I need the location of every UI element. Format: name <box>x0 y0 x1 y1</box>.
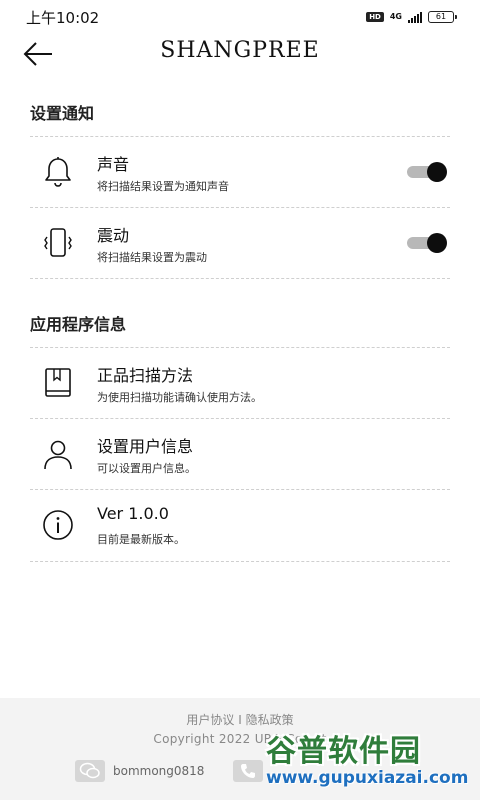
toggle-knob <box>427 162 447 182</box>
user-agreement-link[interactable]: 用户协议 <box>186 713 234 727</box>
status-time: 上午10:02 <box>26 8 100 27</box>
version-title: Ver 1.0.0 <box>97 504 169 523</box>
wechat-icon <box>75 760 105 782</box>
user-info-row[interactable]: 设置用户信息 可以设置用户信息。 <box>30 419 450 489</box>
phone-icon <box>233 760 263 782</box>
vibration-subtitle: 将扫描结果设置为震动 <box>97 251 207 264</box>
battery-level: 61 <box>435 12 447 21</box>
vibration-title: 震动 <box>97 226 130 245</box>
divider <box>30 278 450 279</box>
sound-toggle[interactable] <box>407 162 447 182</box>
wechat-contact[interactable]: bommong0818 <box>75 760 204 782</box>
scan-method-title: 正品扫描方法 <box>97 366 194 385</box>
scan-method-row[interactable]: 正品扫描方法 为使用扫描功能请确认使用方法。 <box>30 348 450 418</box>
hd-badge: HD <box>366 12 384 22</box>
version-row[interactable]: Ver 1.0.0 目前是最新版本。 <box>30 490 450 560</box>
section-title-app-info: 应用程序信息 <box>30 315 127 334</box>
toggle-knob <box>427 233 447 253</box>
user-info-title: 设置用户信息 <box>97 437 194 456</box>
section-title-notifications: 设置通知 <box>30 104 95 123</box>
user-icon <box>40 436 76 472</box>
app-header: SHANGPREE <box>0 34 480 74</box>
battery-icon: 61 <box>428 11 457 23</box>
phone-vibrate-icon <box>40 225 76 261</box>
signal-icon <box>408 11 422 23</box>
network-type: 4G <box>389 12 402 21</box>
sound-title: 声音 <box>97 155 130 174</box>
bell-icon <box>40 154 76 190</box>
sound-subtitle: 将扫描结果设置为通知声音 <box>97 180 229 193</box>
status-bar: 上午10:02 HD 4G 61 <box>0 0 480 34</box>
footer-separator: I <box>238 713 242 727</box>
divider <box>30 561 450 562</box>
scan-method-subtitle: 为使用扫描功能请确认使用方法。 <box>97 391 262 404</box>
watermark-url: www.gupuxiazai.com <box>266 768 469 788</box>
version-subtitle: 目前是最新版本。 <box>97 533 185 546</box>
vibration-setting-row: 震动 将扫描结果设置为震动 <box>30 208 450 278</box>
watermark: 谷普软件园 www.gupuxiazai.com <box>262 722 480 800</box>
wechat-id: bommong0818 <box>113 764 205 778</box>
book-icon <box>40 365 76 401</box>
user-info-subtitle: 可以设置用户信息。 <box>97 462 196 475</box>
status-icons: HD 4G 61 <box>366 11 457 23</box>
watermark-text: 谷普软件园 <box>266 734 421 769</box>
vibration-toggle[interactable] <box>407 233 447 253</box>
brand-logo: SHANGPREE <box>160 38 320 63</box>
info-icon <box>40 507 76 543</box>
phone-contact[interactable] <box>233 760 263 782</box>
sound-setting-row: 声音 将扫描结果设置为通知声音 <box>30 137 450 207</box>
